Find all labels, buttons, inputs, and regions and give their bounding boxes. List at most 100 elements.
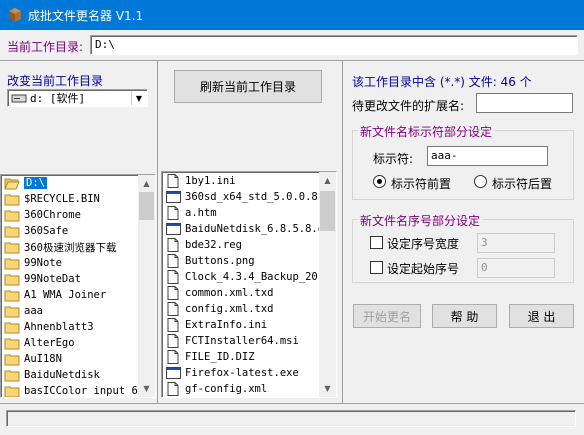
file-list[interactable]: 1by1.ini 360sd_x64_std_5.0.0.816 a.htm Baid… bbox=[161, 171, 337, 398]
refresh-dir-button[interactable]: 刷新当前工作目录 bbox=[174, 70, 322, 103]
start-label[interactable]: 设定起始序号 bbox=[387, 260, 459, 277]
help-button[interactable]: 帮 助 bbox=[432, 304, 497, 328]
radio-marker-after-label[interactable]: 标示符后置 bbox=[492, 175, 552, 192]
file-list-item-label: FCTInstaller64.msi bbox=[185, 335, 299, 347]
drive-icon bbox=[11, 94, 27, 103]
file-icon bbox=[165, 382, 181, 396]
radio-marker-before[interactable] bbox=[373, 175, 386, 188]
scroll-thumb[interactable] bbox=[320, 191, 335, 231]
file-list-item-label: ExtraInfo.ini bbox=[185, 319, 268, 331]
chevron-down-icon[interactable]: ▼ bbox=[131, 91, 146, 105]
dir-tree-item[interactable]: aaa bbox=[4, 303, 139, 319]
dir-tree-item-label: AlterEgo bbox=[24, 337, 75, 349]
directory-tree[interactable]: D:\ $RECYCLE.BIN 360Chrome 360Safe 360极速浏览器下… bbox=[0, 174, 156, 398]
file-list-item[interactable]: config.xml.txd bbox=[165, 301, 320, 317]
start-rename-button[interactable]: 开始更名 bbox=[353, 304, 421, 328]
file-list-item-label: BaiduNetdisk_6.8.5.8.ex bbox=[185, 223, 320, 235]
scroll-down-icon[interactable]: ▼ bbox=[138, 380, 155, 397]
radio-marker-before-label[interactable]: 标示符前置 bbox=[391, 175, 451, 192]
dir-tree-item[interactable]: BaiduNetdisk bbox=[4, 367, 139, 383]
scroll-up-icon[interactable]: ▲ bbox=[138, 175, 155, 192]
file-icon bbox=[165, 174, 181, 188]
file-list-item[interactable]: Buttons.png bbox=[165, 253, 320, 269]
folder-open-icon bbox=[4, 176, 20, 190]
width-input[interactable]: 3 bbox=[477, 233, 555, 253]
dir-tree-item[interactable]: AuI18N bbox=[4, 351, 139, 367]
file-count-summary: 该工作目录中含 (*.*) 文件: 46 个 bbox=[352, 75, 532, 89]
window-title: 成批文件更名器 V1.1 bbox=[28, 9, 144, 23]
file-icon bbox=[165, 270, 181, 284]
start-checkbox[interactable] bbox=[370, 261, 383, 274]
dir-tree-item[interactable]: basICColor input 6 bbox=[4, 383, 139, 397]
dir-tree-item-label: basICColor input 6 bbox=[24, 385, 138, 397]
dir-tree-item-label: 99NoteDat bbox=[24, 273, 81, 285]
file-list-item[interactable]: 360sd_x64_std_5.0.0.816 bbox=[165, 189, 320, 205]
folder-icon bbox=[4, 272, 20, 286]
dir-tree-item[interactable]: 99NoteDat bbox=[4, 271, 139, 287]
drive-select[interactable]: d: [软件] ▼ bbox=[7, 89, 148, 107]
file-list-item[interactable]: FCTInstaller64.msi bbox=[165, 333, 320, 349]
dir-tree-item[interactable]: D:\ bbox=[4, 175, 139, 191]
file-list-item[interactable]: 1by1.ini bbox=[165, 173, 320, 189]
file-list-item[interactable]: a.htm bbox=[165, 205, 320, 221]
folder-icon bbox=[4, 320, 20, 334]
scroll-thumb[interactable] bbox=[139, 192, 154, 220]
dir-tree-item[interactable]: 360极速浏览器下载 bbox=[4, 239, 139, 255]
file-list-scrollbar[interactable]: ▲ ▼ bbox=[319, 172, 336, 397]
file-icon bbox=[165, 286, 181, 300]
file-list-item[interactable]: bde32.reg bbox=[165, 237, 320, 253]
exit-button[interactable]: 退 出 bbox=[509, 304, 574, 328]
dir-tree-item[interactable]: $RECYCLE.BIN bbox=[4, 191, 139, 207]
file-list-item-label: bde32.reg bbox=[185, 239, 242, 251]
file-icon bbox=[165, 350, 181, 364]
file-list-item[interactable]: common.xml.txd bbox=[165, 285, 320, 301]
file-icon bbox=[165, 334, 181, 348]
dir-tree-item[interactable]: 360Chrome bbox=[4, 207, 139, 223]
width-checkbox[interactable] bbox=[370, 236, 383, 249]
file-list-item[interactable]: Firefox-latest.exe bbox=[165, 365, 320, 381]
dir-tree-item[interactable]: 99Note bbox=[4, 255, 139, 271]
extension-input[interactable] bbox=[476, 93, 573, 113]
file-list-item-label: Buttons.png bbox=[185, 255, 255, 267]
file-list-item-label: config.xml.txd bbox=[185, 303, 274, 315]
dir-tree-item[interactable]: Ahnenblatt3 bbox=[4, 319, 139, 335]
width-label[interactable]: 设定序号宽度 bbox=[387, 235, 459, 252]
marker-input[interactable]: aaa- bbox=[427, 146, 548, 166]
radio-marker-after[interactable] bbox=[474, 175, 487, 188]
dir-tree-item-label: 360Chrome bbox=[24, 209, 81, 221]
dir-tree-scrollbar[interactable]: ▲ ▼ bbox=[138, 175, 155, 397]
divider bbox=[0, 403, 584, 404]
start-input[interactable]: 0 bbox=[477, 258, 555, 278]
scroll-down-icon[interactable]: ▼ bbox=[319, 380, 336, 397]
dir-tree-item-label: AuI18N bbox=[24, 353, 62, 365]
exe-icon bbox=[165, 366, 181, 380]
folder-icon bbox=[4, 240, 20, 254]
dir-tree-item[interactable]: AlterEgo bbox=[4, 335, 139, 351]
file-list-item-label: Firefox-latest.exe bbox=[185, 367, 299, 379]
folder-icon bbox=[4, 224, 20, 238]
drive-value: d: [软件] bbox=[30, 92, 86, 105]
sequence-group-title: 新文件名序号部分设定 bbox=[358, 212, 483, 229]
folder-icon bbox=[4, 336, 20, 350]
current-dir-field[interactable]: D:\ bbox=[90, 35, 578, 55]
file-list-item[interactable]: FILE_ID.DIZ bbox=[165, 349, 320, 365]
file-list-item[interactable]: BaiduNetdisk_6.8.5.8.ex bbox=[165, 221, 320, 237]
file-list-item-label: 360sd_x64_std_5.0.0.816 bbox=[185, 191, 320, 203]
file-list-item-label: FILE_ID.DIZ bbox=[185, 351, 255, 363]
dir-tree-item[interactable]: A1 WMA Joiner bbox=[4, 287, 139, 303]
file-list-item[interactable]: Clock_4.3.4_Backup_2019 bbox=[165, 269, 320, 285]
app-box-icon bbox=[9, 8, 21, 22]
marker-group-title: 新文件名标示符部分设定 bbox=[358, 123, 495, 140]
file-list-item-label: Clock_4.3.4_Backup_2019 bbox=[185, 271, 320, 283]
scroll-up-icon[interactable]: ▲ bbox=[319, 172, 336, 189]
folder-icon bbox=[4, 288, 20, 302]
folder-icon bbox=[4, 208, 20, 222]
file-list-item[interactable]: ExtraInfo.ini bbox=[165, 317, 320, 333]
extension-label: 待更改文件的扩展名: bbox=[352, 99, 465, 113]
pane-divider bbox=[342, 61, 343, 403]
exe-icon bbox=[165, 190, 181, 204]
file-list-item[interactable]: gf-config.xml bbox=[165, 381, 320, 397]
change-dir-label: 改变当前工作目录 bbox=[7, 74, 104, 88]
dir-tree-item-label: BaiduNetdisk bbox=[24, 369, 100, 381]
dir-tree-item[interactable]: 360Safe bbox=[4, 223, 139, 239]
